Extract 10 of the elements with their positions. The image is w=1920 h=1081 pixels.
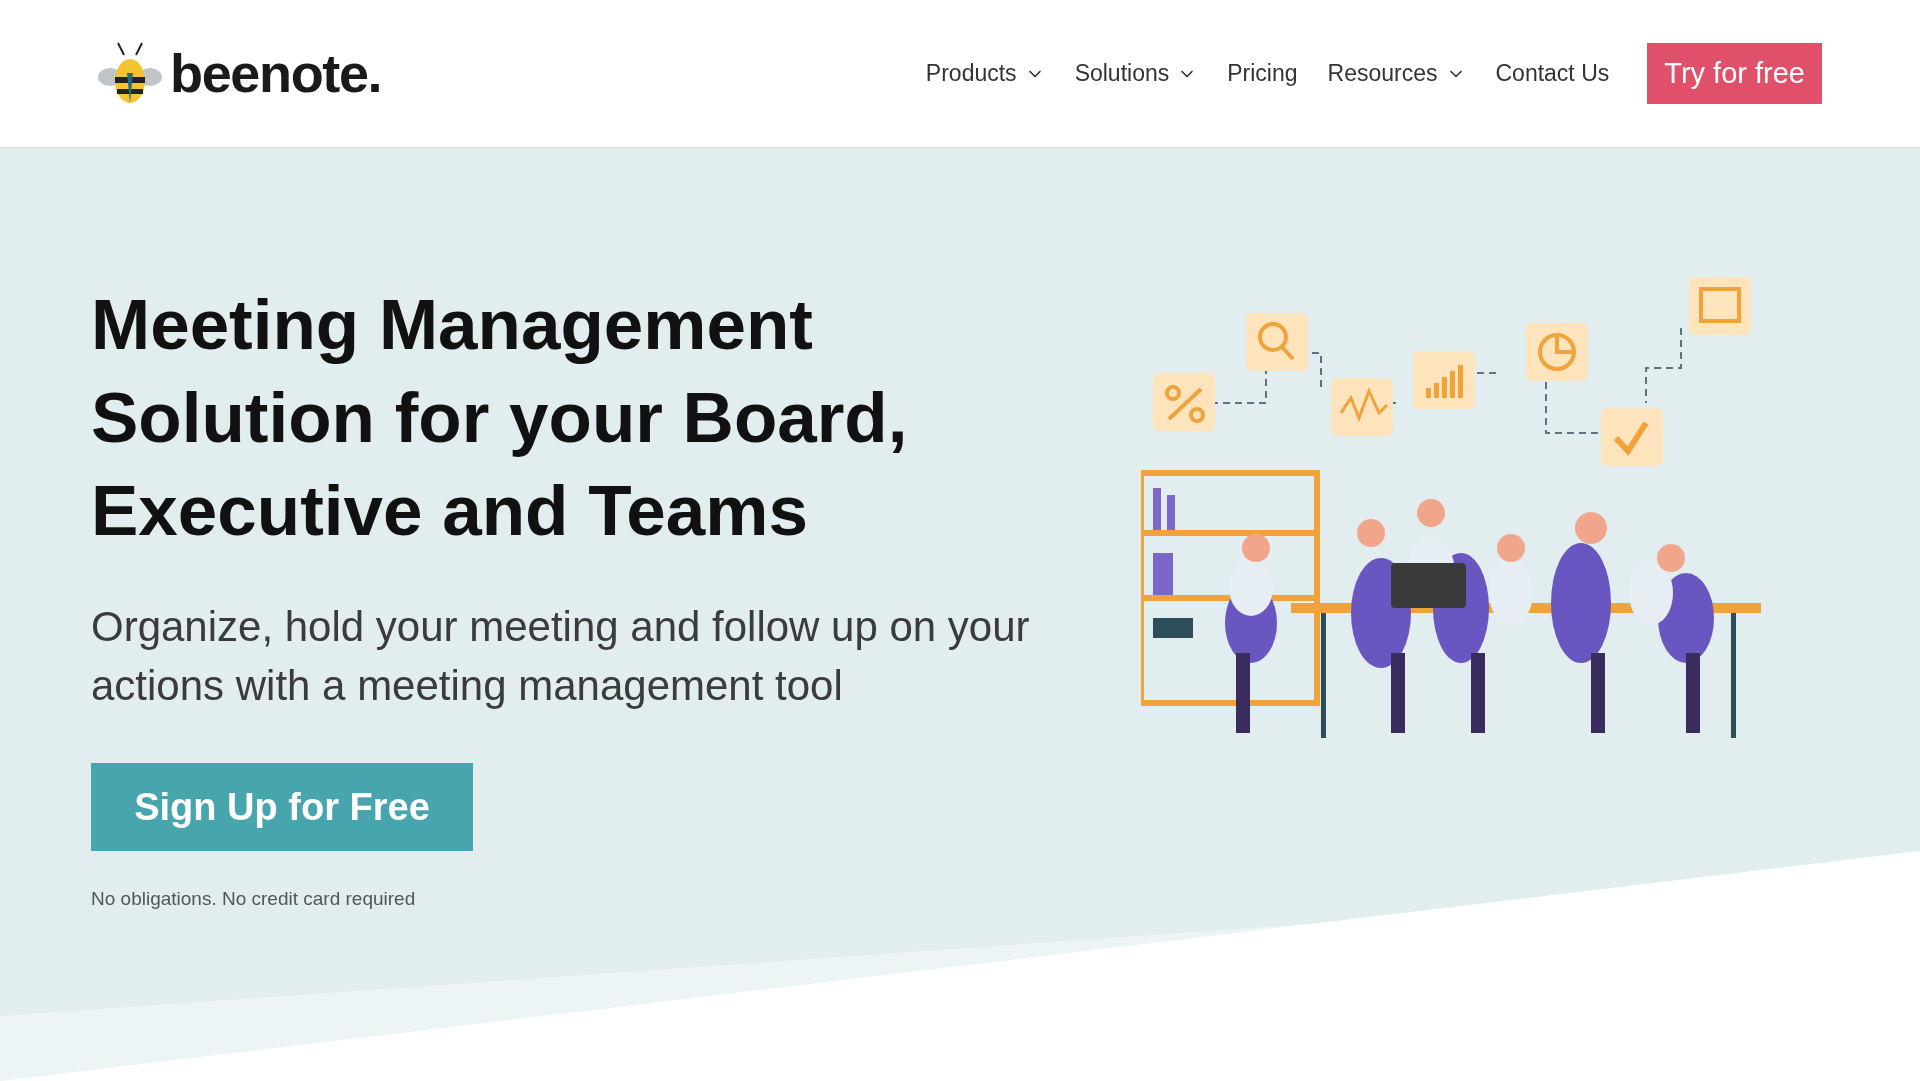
nav-link[interactable]: Products xyxy=(925,56,1045,91)
nav-link[interactable]: Contact Us xyxy=(1495,56,1610,91)
nav-link[interactable]: Resources xyxy=(1327,56,1466,91)
nav-link[interactable]: Solutions xyxy=(1074,56,1198,91)
logo-wordmark[interactable]: beenote. xyxy=(170,33,382,114)
hero-title: Meeting Management Solution for your Board, Executive and Teams xyxy=(91,284,909,552)
nav-link[interactable]: Pricing xyxy=(1227,56,1298,91)
try-for-free-button[interactable]: Try for free xyxy=(1647,43,1822,104)
hero-subtitle: Organize, hold your meeting and follow up on your actions with a meeting management tool xyxy=(91,602,1031,711)
hero-note: No obligations. No credit card required xyxy=(91,887,417,911)
